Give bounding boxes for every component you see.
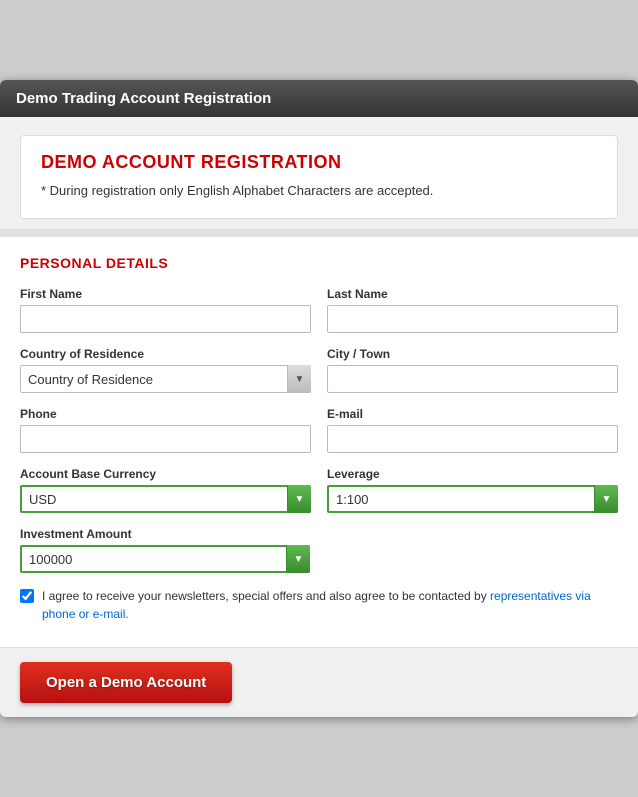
city-group: City / Town: [327, 347, 618, 393]
form-section: PERSONAL DETAILS First Name Last Name Co…: [0, 237, 638, 647]
investment-row: Investment Amount 100000 50000 25000 100…: [20, 527, 618, 573]
country-city-row: Country of Residence Country of Residenc…: [20, 347, 618, 393]
city-label: City / Town: [327, 347, 618, 361]
last-name-input[interactable]: [327, 305, 618, 333]
divider: [0, 229, 638, 237]
country-select[interactable]: Country of Residence: [20, 365, 311, 393]
country-label: Country of Residence: [20, 347, 311, 361]
name-row: First Name Last Name: [20, 287, 618, 333]
city-input[interactable]: [327, 365, 618, 393]
leverage-select-wrapper: 1:100 1:50 1:200 1:500 ▼: [327, 485, 618, 513]
phone-input[interactable]: [20, 425, 311, 453]
open-demo-account-button[interactable]: Open a Demo Account: [20, 662, 232, 703]
first-name-input[interactable]: [20, 305, 311, 333]
country-select-wrapper: Country of Residence ▼: [20, 365, 311, 393]
investment-select[interactable]: 100000 50000 25000 10000: [20, 545, 310, 573]
agreement-checkbox[interactable]: [20, 589, 34, 603]
email-input[interactable]: [327, 425, 618, 453]
currency-leverage-row: Account Base Currency USD EUR GBP ▼ Leve…: [20, 467, 618, 513]
agreement-label: I agree to receive your newsletters, spe…: [42, 587, 618, 623]
main-window: Demo Trading Account Registration DEMO A…: [0, 80, 638, 717]
phone-group: Phone: [20, 407, 311, 453]
agreement-link[interactable]: representatives via phone or e-mail.: [42, 589, 591, 621]
investment-select-wrapper: 100000 50000 25000 10000 ▼: [20, 545, 310, 573]
email-group: E-mail: [327, 407, 618, 453]
investment-group: Investment Amount 100000 50000 25000 100…: [20, 527, 310, 573]
investment-label: Investment Amount: [20, 527, 310, 541]
email-label: E-mail: [327, 407, 618, 421]
personal-details-title: PERSONAL DETAILS: [20, 255, 618, 271]
window-title: Demo Trading Account Registration: [16, 90, 271, 107]
agreement-row: I agree to receive your newsletters, spe…: [20, 587, 618, 623]
currency-group: Account Base Currency USD EUR GBP ▼: [20, 467, 311, 513]
top-section: DEMO ACCOUNT REGISTRATION * During regis…: [0, 117, 638, 229]
info-box: DEMO ACCOUNT REGISTRATION * During regis…: [20, 135, 618, 219]
last-name-label: Last Name: [327, 287, 618, 301]
leverage-group: Leverage 1:100 1:50 1:200 1:500 ▼: [327, 467, 618, 513]
currency-label: Account Base Currency: [20, 467, 311, 481]
leverage-label: Leverage: [327, 467, 618, 481]
phone-label: Phone: [20, 407, 311, 421]
currency-select-wrapper: USD EUR GBP ▼: [20, 485, 311, 513]
demo-account-heading: DEMO ACCOUNT REGISTRATION: [41, 152, 597, 173]
country-group: Country of Residence Country of Residenc…: [20, 347, 311, 393]
info-notice: * During registration only English Alpha…: [41, 183, 597, 198]
bottom-bar: Open a Demo Account: [0, 647, 638, 717]
first-name-label: First Name: [20, 287, 311, 301]
currency-select[interactable]: USD EUR GBP: [20, 485, 311, 513]
first-name-group: First Name: [20, 287, 311, 333]
last-name-group: Last Name: [327, 287, 618, 333]
leverage-select[interactable]: 1:100 1:50 1:200 1:500: [327, 485, 618, 513]
phone-email-row: Phone E-mail: [20, 407, 618, 453]
title-bar: Demo Trading Account Registration: [0, 80, 638, 117]
